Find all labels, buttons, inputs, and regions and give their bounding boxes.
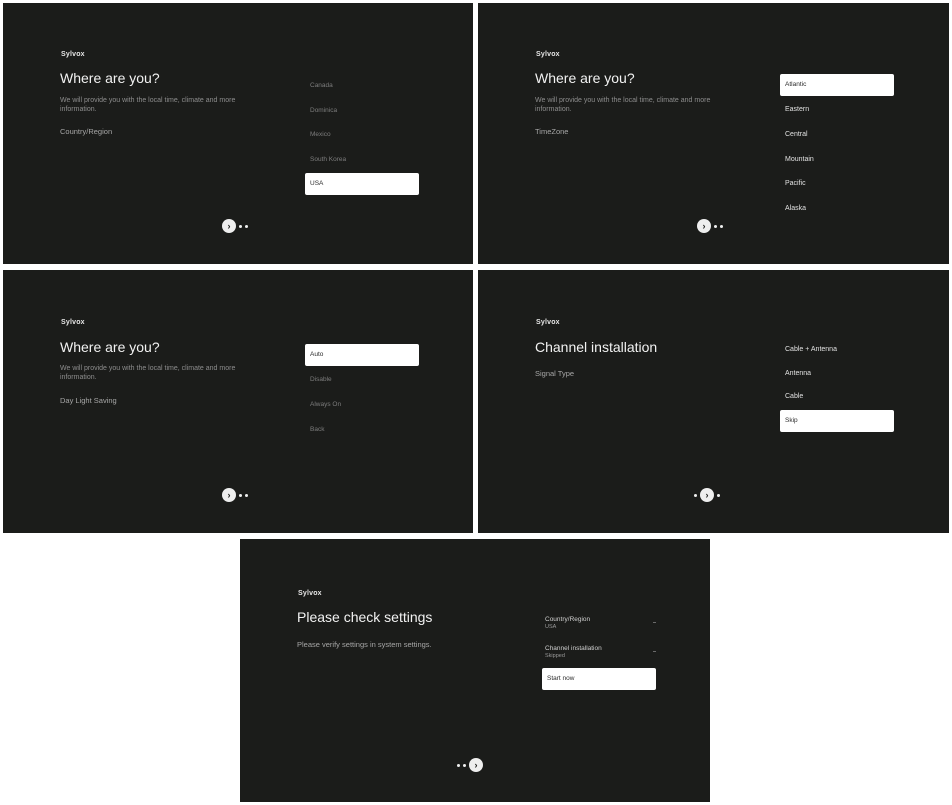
option-antenna[interactable]: Antenna [780, 363, 894, 385]
option-always-on[interactable]: Always On [305, 394, 419, 416]
page-title: Where are you? [535, 70, 635, 86]
page-indicator: › [222, 488, 248, 502]
brand-logo: Sylvox [61, 51, 85, 58]
chevron-right-icon[interactable]: › [700, 488, 714, 502]
page-indicator: › [457, 758, 483, 772]
brand-logo: Sylvox [536, 319, 560, 326]
summary-label: Channel installation [545, 645, 602, 652]
page-indicator: › [694, 488, 720, 502]
page-description: We will provide you with the local time,… [60, 97, 236, 113]
page-indicator: › [222, 219, 248, 233]
option-atlantic[interactable]: Atlantic [780, 74, 894, 96]
start-now-button[interactable]: Start now [542, 668, 656, 690]
page-title: Where are you? [60, 339, 160, 355]
summary-country-region[interactable]: Country/Region USA [542, 616, 656, 631]
chevron-right-icon[interactable]: › [222, 488, 236, 502]
option-central[interactable]: Central [780, 124, 894, 146]
page-description: We will provide you with the local time,… [535, 97, 711, 113]
page-title: Channel installation [535, 339, 658, 355]
option-pacific[interactable]: Pacific [780, 173, 894, 195]
page-dot [717, 493, 720, 497]
brand-logo: Sylvox [536, 51, 560, 58]
brand-logo: Sylvox [298, 590, 322, 597]
option-cable[interactable]: Cable [780, 386, 894, 408]
summary-value: USA [545, 624, 557, 630]
option-skip[interactable]: Skip [780, 410, 894, 432]
option-mexico[interactable]: Mexico [305, 124, 419, 146]
option-usa[interactable]: USA [305, 173, 419, 195]
chevron-right-icon [653, 651, 656, 652]
section-label: Signal Type [535, 369, 575, 378]
option-canada[interactable]: Canada [305, 75, 419, 97]
option-eastern[interactable]: Eastern [780, 99, 894, 121]
option-mountain[interactable]: Mountain [780, 149, 894, 171]
section-label: Day Light Saving [60, 396, 117, 405]
option-auto[interactable]: Auto [305, 344, 419, 366]
option-south-korea[interactable]: South Korea [305, 149, 419, 171]
summary-label: Country/Region [545, 616, 591, 623]
option-dominica[interactable]: Dominica [305, 100, 419, 122]
chevron-right-icon[interactable]: › [469, 758, 483, 772]
page-dot [694, 493, 697, 497]
section-label: TimeZone [535, 127, 569, 136]
page-dot [457, 763, 460, 767]
section-label: Country/Region [60, 127, 113, 136]
page-description: Please verify settings in system setting… [297, 640, 432, 649]
page-title: Where are you? [60, 70, 160, 86]
setup-screen-country: Sylvox Where are you? We will provide yo… [3, 3, 473, 264]
brand-logo: Sylvox [61, 319, 85, 326]
chevron-right-icon[interactable]: › [697, 219, 711, 233]
setup-screen-timezone: Sylvox Where are you? We will provide yo… [478, 3, 949, 264]
page-dot [245, 224, 248, 228]
page-dot [239, 224, 242, 228]
page-title: Please check settings [297, 609, 433, 625]
option-disable[interactable]: Disable [305, 369, 419, 391]
page-dot [463, 763, 466, 767]
page-description: We will provide you with the local time,… [60, 365, 236, 381]
chevron-right-icon[interactable]: › [222, 219, 236, 233]
page-dot [239, 493, 242, 497]
page-dot [714, 224, 717, 228]
setup-screen-check-settings: Sylvox Please check settings Please veri… [240, 539, 710, 802]
summary-value: Skipped [545, 653, 565, 659]
option-alaska[interactable]: Alaska [780, 198, 894, 220]
page-dot [245, 493, 248, 497]
option-back[interactable]: Back [305, 419, 419, 441]
option-cable-antenna[interactable]: Cable + Antenna [780, 339, 894, 361]
chevron-right-icon [653, 622, 656, 623]
page-indicator: › [697, 219, 723, 233]
setup-screen-daylight-saving: Sylvox Where are you? We will provide yo… [3, 270, 473, 533]
page-dot [720, 224, 723, 228]
summary-channel-installation[interactable]: Channel installation Skipped [542, 645, 656, 660]
setup-screen-channel-installation: Sylvox Channel installation Signal Type … [478, 270, 949, 533]
